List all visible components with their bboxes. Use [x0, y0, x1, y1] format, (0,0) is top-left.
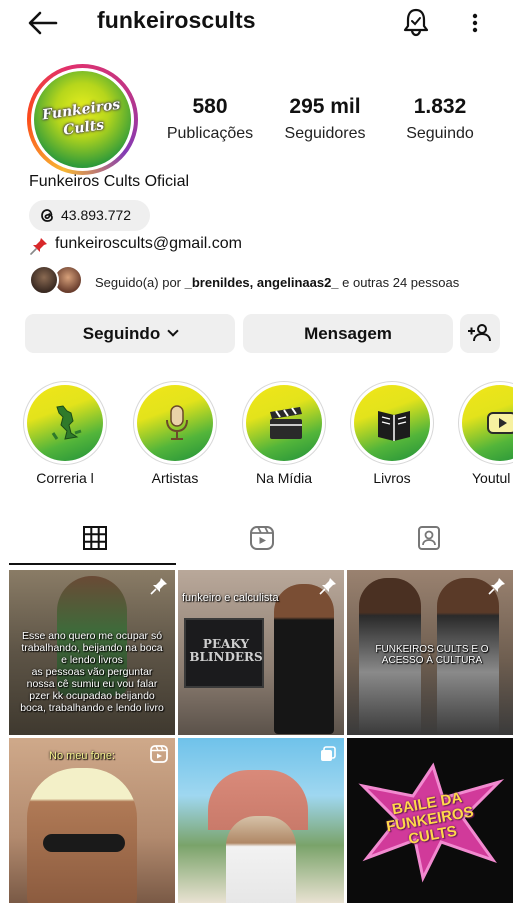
followed-by-text: Seguido(a) por _brenildes, angelinaas2_ … — [95, 275, 460, 290]
notification-bell-icon[interactable] — [401, 6, 431, 38]
post-tile[interactable]: No meu fone: — [9, 738, 175, 903]
add-user-icon — [468, 324, 491, 342]
threads-icon — [39, 207, 56, 224]
active-tab-indicator — [9, 563, 176, 565]
back-arrow-icon[interactable] — [26, 8, 60, 38]
grid-icon — [83, 526, 107, 550]
post-photo-person — [226, 816, 296, 903]
highlight-label: Artistas — [151, 470, 199, 486]
post-photo-person — [274, 584, 334, 734]
post-tv-text: PEAKY BLINDERS — [189, 637, 263, 664]
reels-icon — [150, 745, 168, 763]
microphone-icon — [166, 405, 188, 440]
highlight-label: Youtul — [472, 470, 511, 486]
profile-username: funkeiroscults — [97, 7, 256, 33]
stat-followers[interactable]: 295 mil Seguidores — [270, 95, 380, 143]
following-button-label: Seguindo — [82, 324, 161, 343]
clapperboard-icon — [270, 407, 302, 439]
highlight-correria[interactable]: Correria l — [23, 381, 107, 491]
post-tv-screen: PEAKY BLINDERS — [184, 618, 264, 688]
post-tile[interactable]: Esse ano quero me ocupar só trabalhando,… — [9, 570, 175, 735]
youtube-icon — [487, 412, 513, 434]
stat-following-label: Seguindo — [406, 125, 474, 142]
stat-followers-count: 295 mil — [289, 95, 361, 118]
tab-tagged[interactable] — [343, 515, 513, 565]
threads-count: 43.893.772 — [61, 207, 132, 223]
post-caption: funkeiro e calculista — [182, 592, 279, 604]
post-caption: FUNKEIROS CULTS E O ACESSO À CULTURA — [375, 644, 489, 666]
profile-tabs — [0, 515, 513, 565]
tagged-icon — [418, 526, 440, 550]
display-name: Funkeiros Cults Oficial — [29, 173, 190, 190]
stat-posts-label: Publicações — [166, 125, 254, 142]
reels-icon — [250, 526, 274, 550]
avatar-image: Funkeiros Cults — [34, 71, 131, 168]
message-button[interactable]: Mensagem — [243, 314, 453, 353]
follower-avatar-1 — [29, 265, 59, 295]
pin-icon — [488, 578, 505, 595]
stat-following[interactable]: 1.832 Seguindo — [385, 95, 495, 143]
post-caption: No meu fone: — [49, 750, 116, 762]
tab-reels[interactable] — [176, 515, 347, 565]
crocodile-icon — [51, 405, 82, 440]
following-button[interactable]: Seguindo — [25, 314, 235, 353]
threads-badge[interactable]: 43.893.772 — [29, 200, 150, 231]
highlight-na-midia[interactable]: Na Mídia — [242, 381, 326, 491]
posts-grid: Esse ano quero me ocupar só trabalhando,… — [9, 570, 513, 903]
pin-icon — [150, 578, 167, 595]
followed-by-row[interactable]: Seguido(a) por _brenildes, angelinaas2_ … — [29, 265, 509, 299]
highlight-artistas[interactable]: Artistas — [133, 381, 217, 491]
post-tile[interactable]: FUNKEIROS CULTS E O ACESSO À CULTURA — [347, 570, 513, 735]
more-options-icon[interactable] — [466, 8, 484, 38]
message-button-label: Mensagem — [304, 324, 392, 343]
stat-posts[interactable]: 580 Publicações — [155, 95, 265, 143]
post-tile[interactable]: PEAKY BLINDERS funkeiro e calculista — [178, 570, 344, 735]
post-caption: Esse ano quero me ocupar só trabalhando,… — [20, 630, 164, 714]
stat-posts-count: 580 — [192, 95, 228, 118]
highlight-label: Correria l — [36, 470, 94, 486]
pin-icon — [319, 578, 336, 595]
add-user-button[interactable] — [460, 314, 500, 353]
post-sunglasses — [43, 834, 125, 852]
highlight-label: Livros — [373, 470, 411, 486]
multi-icon — [321, 746, 336, 761]
chevron-down-icon — [167, 325, 179, 337]
avatar-logo-text: Funkeiros Cults — [41, 96, 122, 139]
top-bar: funkeiroscults — [0, 0, 513, 46]
highlight-label: Na Mídia — [255, 470, 313, 486]
email-link[interactable]: funkeiroscults@gmail.com — [55, 235, 242, 253]
stat-following-count: 1.832 — [413, 95, 467, 118]
pushpin-icon — [29, 236, 49, 256]
stat-followers-label: Seguidores — [284, 125, 366, 142]
post-tile[interactable]: BAILE DA FUNKEIROS CULTS — [347, 738, 513, 903]
post-tile[interactable] — [178, 738, 344, 903]
tab-grid[interactable] — [9, 515, 180, 565]
profile-avatar[interactable]: Funkeiros Cults — [27, 64, 138, 175]
highlight-livros[interactable]: Livros — [350, 381, 434, 491]
highlight-youtube[interactable]: Youtul — [458, 381, 513, 491]
book-icon — [378, 411, 410, 441]
